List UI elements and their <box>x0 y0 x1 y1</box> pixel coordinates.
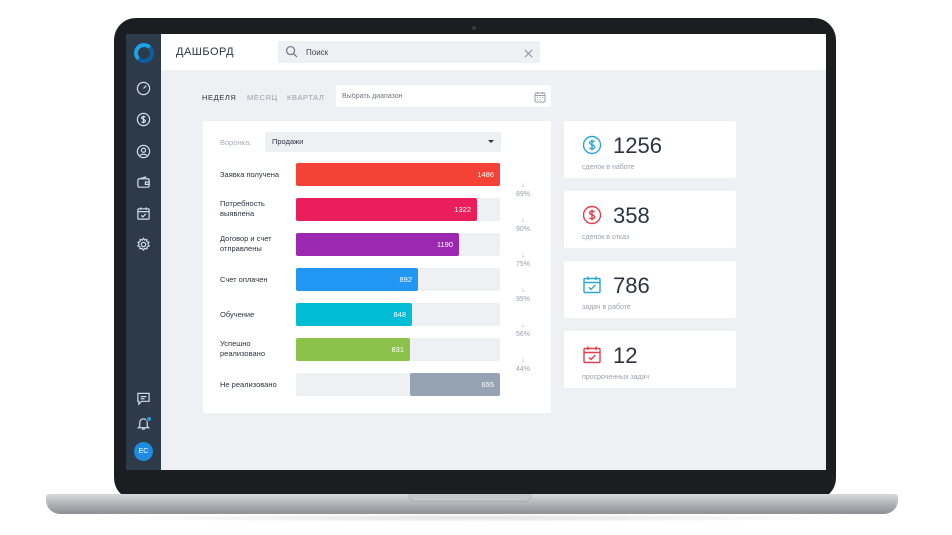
funnel-bar-value: 831 <box>391 345 404 354</box>
tab-month[interactable]: МЕСЯЦ <box>247 93 278 102</box>
arrow-down-icon: ↓ <box>521 322 525 329</box>
page-title: ДАШБОРД <box>176 46 235 58</box>
funnel-bar-value: 655 <box>481 380 494 389</box>
funnel-bar-value: 1190 <box>436 240 453 249</box>
tab-week[interactable]: НЕДЕЛЯ <box>202 93 236 102</box>
conversion-percent: 90% <box>515 226 530 233</box>
dollar-circle-icon <box>582 205 602 225</box>
funnel-bar-track: 1486 <box>296 163 500 186</box>
stat-card[interactable]: 358 сделок в отказ <box>564 191 736 248</box>
funnel-bar[interactable]: 1322 <box>296 198 477 221</box>
laptop-notch <box>408 494 532 502</box>
funnel-stage-label: Потребность выявлена <box>220 199 265 218</box>
arrow-down-icon: ↓ <box>521 252 525 259</box>
speedometer-icon[interactable] <box>136 81 151 96</box>
stat-card[interactable]: 786 задач в работе <box>564 261 736 318</box>
funnel-bar-track: 655 <box>296 373 500 396</box>
funnel-bar[interactable]: 1486 <box>296 163 500 186</box>
search-box[interactable] <box>278 41 540 63</box>
stat-value: 12 <box>613 343 638 368</box>
logo[interactable] <box>134 43 154 63</box>
conversion-rate: ↓ 75% <box>512 251 534 269</box>
conversion-rate: ↓ 90% <box>512 216 534 234</box>
conversion-percent: 44% <box>515 366 530 373</box>
calendar-check-icon <box>582 345 602 365</box>
funnel-bar-value: 1322 <box>454 205 471 214</box>
funnel-select-value: Продажи <box>272 137 304 146</box>
funnel-bar-track: 848 <box>296 303 500 326</box>
stat-caption: сделок в наботе <box>582 164 635 171</box>
arrow-down-icon: ↓ <box>521 287 525 294</box>
funnel-select[interactable]: Продажи <box>265 132 501 152</box>
calendar-icon[interactable] <box>534 90 546 103</box>
funnel-bar[interactable]: 1190 <box>296 233 459 256</box>
conversion-rate: ↓ 56% <box>512 321 534 339</box>
funnel-bar[interactable]: 848 <box>296 303 412 326</box>
arrow-down-icon: ↓ <box>521 357 525 364</box>
conversion-rate: ↓ 44% <box>512 356 534 374</box>
stat-caption: просроченных задач <box>582 374 650 381</box>
conversion-percent: 89% <box>515 191 530 198</box>
conversion-rate: ↓ 89% <box>512 181 534 199</box>
funnel-bar-track: 831 <box>296 338 500 361</box>
search-input[interactable] <box>306 41 506 63</box>
chevron-down-icon <box>488 140 494 143</box>
funnel-bar-value: 892 <box>399 275 412 284</box>
arrow-down-icon: ↓ <box>521 217 525 224</box>
funnel-bar-value: 1486 <box>477 170 494 179</box>
calendar-check-icon[interactable] <box>136 206 151 221</box>
funnel-bar-value: 848 <box>393 310 406 319</box>
gear-icon[interactable] <box>136 237 151 252</box>
stat-caption: задач в работе <box>582 304 631 311</box>
arrow-down-icon: ↓ <box>521 182 525 189</box>
stat-value: 786 <box>613 273 650 298</box>
screen: ЕС ДАШБОРД НЕДЕЛЯ МЕСЯЦ КВАРТАЛ Воронка:… <box>126 34 826 470</box>
search-icon[interactable] <box>285 45 298 58</box>
funnel-stage-label: Не реализовано <box>220 380 277 389</box>
funnel-bar-track: 892 <box>296 268 500 291</box>
funnel-bar-track: 1190 <box>296 233 500 256</box>
notification-dot <box>146 416 152 422</box>
camera <box>472 26 476 30</box>
avatar[interactable]: ЕС <box>134 442 153 461</box>
conversion-percent: 75% <box>515 261 530 268</box>
chat-icon[interactable] <box>136 391 151 406</box>
stat-caption: сделок в отказ <box>582 234 630 241</box>
funnel-label: Воронка: <box>220 138 252 147</box>
header: ДАШБОРД <box>161 34 826 70</box>
conversion-percent: 95% <box>515 296 530 303</box>
tab-quarter[interactable]: КВАРТАЛ <box>287 93 324 102</box>
stat-card[interactable]: 12 просроченных задач <box>564 331 736 388</box>
floor-shadow <box>90 514 860 522</box>
conversion-rate: ↓ 95% <box>512 286 534 304</box>
dollar-icon[interactable] <box>136 112 151 127</box>
funnel-stage-label: Заявка получена <box>220 170 280 179</box>
funnel-bar[interactable]: 831 <box>296 338 410 361</box>
stat-value: 1256 <box>613 133 662 158</box>
calendar-check-icon <box>582 275 602 295</box>
funnel-bar[interactable]: 892 <box>296 268 418 291</box>
date-range-picker[interactable] <box>336 85 551 107</box>
close-icon[interactable] <box>523 46 534 58</box>
user-icon[interactable] <box>136 144 151 159</box>
funnel-stage-label: Обучение <box>220 310 255 319</box>
dollar-circle-icon <box>582 135 602 155</box>
date-range-input[interactable] <box>342 85 522 107</box>
funnel-stage-label: Успешно реализовано <box>220 339 265 358</box>
stat-card[interactable]: 1256 сделок в наботе <box>564 121 736 178</box>
funnel-stage-label: Счет оплачен <box>220 275 268 284</box>
funnel-stage-label: Договор и счет отправлены <box>220 234 272 253</box>
funnel-card: Воронка: Продажи Заявка получена 1486 Потр… <box>203 121 551 413</box>
stat-value: 358 <box>613 203 650 228</box>
funnel-bar-track: 1322 <box>296 198 500 221</box>
sidebar: ЕС <box>126 34 161 470</box>
funnel-bar[interactable]: 655 <box>410 373 500 396</box>
wallet-icon[interactable] <box>136 175 151 190</box>
conversion-percent: 56% <box>515 331 530 338</box>
